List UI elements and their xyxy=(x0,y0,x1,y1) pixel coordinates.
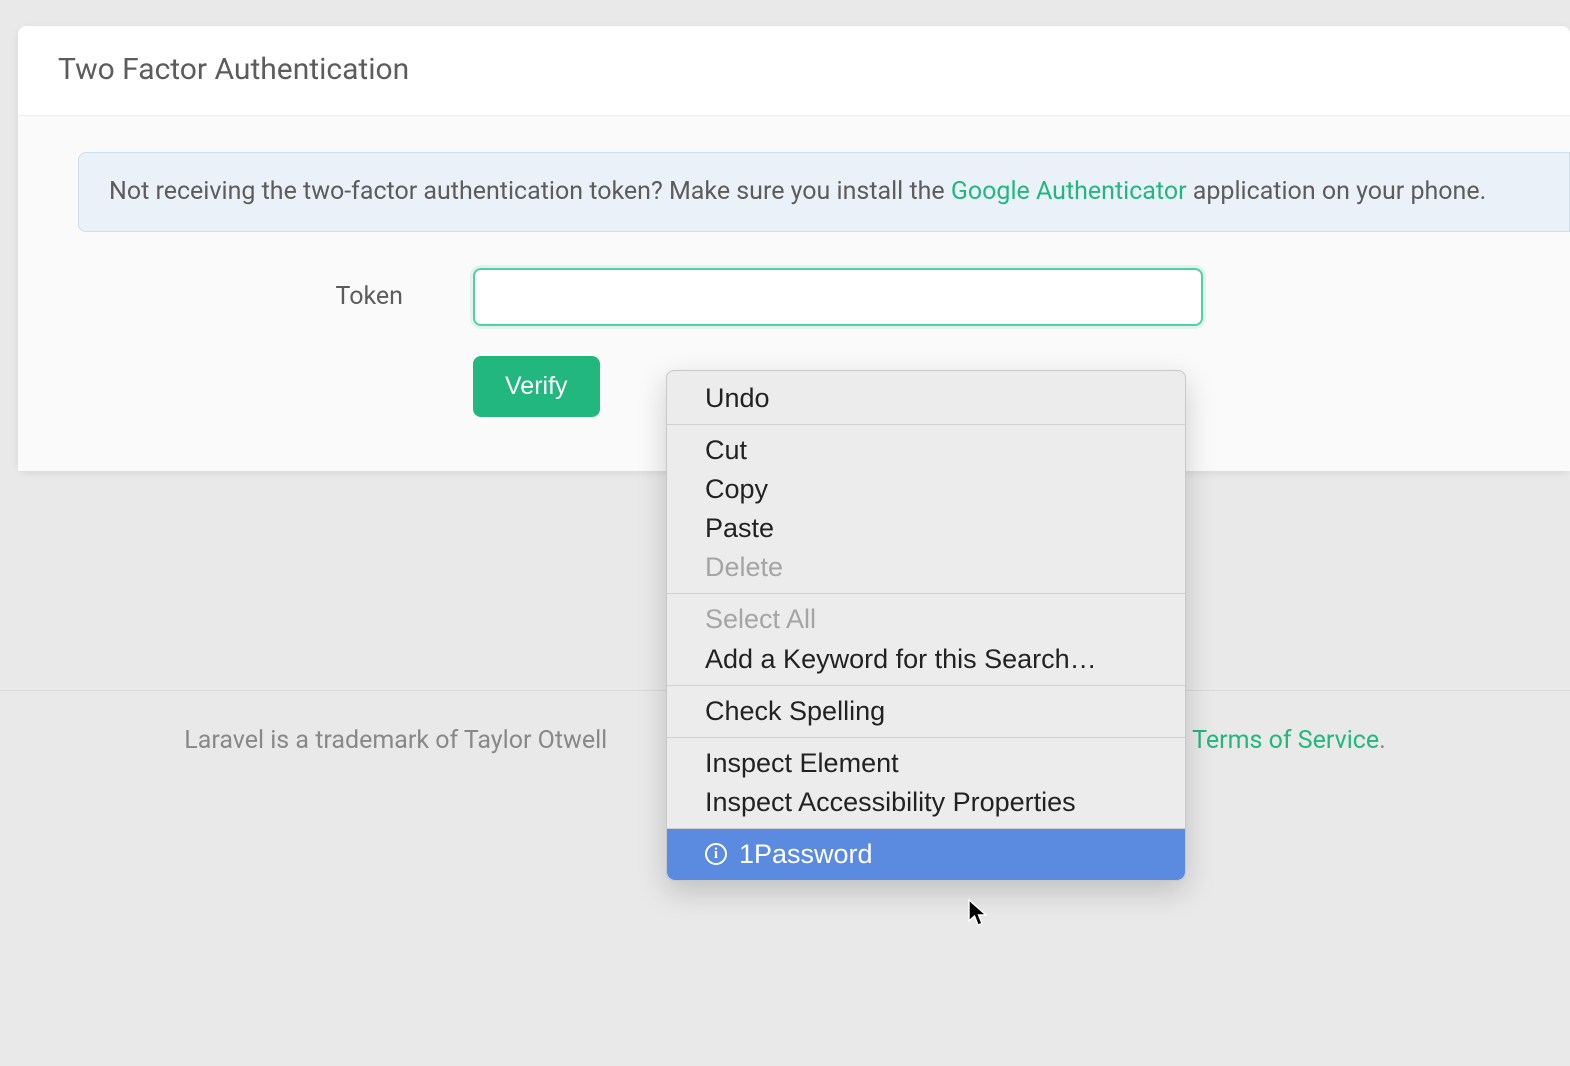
ctx-copy[interactable]: Copy xyxy=(667,470,1185,509)
token-form-row: Token xyxy=(18,268,1570,326)
ctx-check-spelling[interactable]: Check Spelling xyxy=(667,692,1185,731)
verify-button[interactable]: Verify xyxy=(473,356,600,417)
ctx-undo[interactable]: Undo xyxy=(667,379,1185,418)
terms-of-service-link[interactable]: Terms of Service xyxy=(1192,726,1379,755)
ctx-cut[interactable]: Cut xyxy=(667,431,1185,470)
alert-text-after: application on your phone. xyxy=(1187,177,1487,206)
footer-period: . xyxy=(1379,726,1386,755)
ctx-paste[interactable]: Paste xyxy=(667,509,1185,548)
ctx-add-keyword[interactable]: Add a Keyword for this Search… xyxy=(667,640,1185,679)
ctx-inspect-accessibility[interactable]: Inspect Accessibility Properties xyxy=(667,783,1185,822)
context-menu: Undo Cut Copy Paste Delete Select All Ad… xyxy=(666,370,1186,881)
ctx-1password-label: 1Password xyxy=(739,837,873,872)
1password-icon: i xyxy=(705,843,727,865)
alert-text-before: Not receiving the two-factor authenticat… xyxy=(109,177,951,206)
footer-text-before: Laravel is a trademark of Taylor Otwell xyxy=(184,726,607,755)
ctx-select-all[interactable]: Select All xyxy=(667,600,1185,639)
info-alert: Not receiving the two-factor authenticat… xyxy=(78,152,1570,232)
ctx-delete[interactable]: Delete xyxy=(667,548,1185,587)
card-title: Two Factor Authentication xyxy=(18,26,1570,116)
token-input[interactable] xyxy=(473,268,1203,326)
ctx-1password[interactable]: i 1Password xyxy=(667,829,1185,880)
ctx-inspect-element[interactable]: Inspect Element xyxy=(667,744,1185,783)
google-authenticator-link[interactable]: Google Authenticator xyxy=(951,177,1187,206)
token-label: Token xyxy=(78,282,473,311)
